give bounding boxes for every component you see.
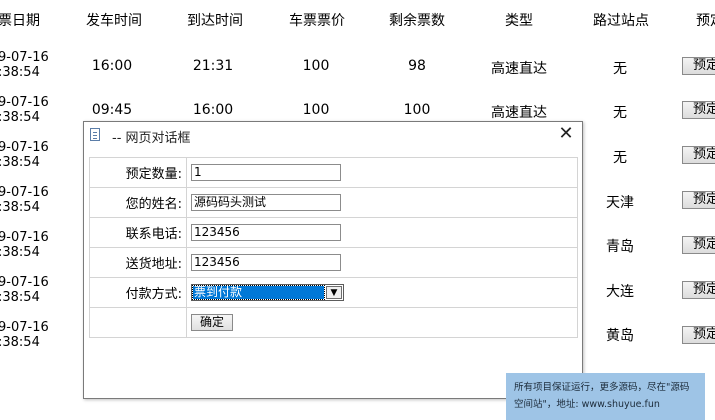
row-stops: 大连 <box>606 284 634 300</box>
row-type: 高速直达 <box>491 105 547 121</box>
empty-cell <box>89 307 187 338</box>
phone-label: 联系电话: <box>89 217 187 248</box>
row-stops: 天津 <box>606 195 634 211</box>
address-input[interactable]: 123456 <box>191 254 341 271</box>
row-remaining: 98 <box>408 58 426 74</box>
book-button[interactable]: 预定 <box>682 101 715 119</box>
row-price: 100 <box>302 58 330 74</box>
header-date: 票日期 <box>0 13 40 29</box>
name-label: 您的姓名: <box>89 187 187 218</box>
row-price: 100 <box>302 102 330 118</box>
web-dialog: -- 网页对话框 ✕ 预定数量: 1 您的姓名: 源码码头测试 联系电话: 12… <box>83 121 583 399</box>
book-button[interactable]: 预定 <box>682 57 715 75</box>
payment-select[interactable]: 票到付款 ▼ <box>191 284 344 301</box>
row-date: 9-07-16:38:54 <box>0 140 49 170</box>
dialog-titlebar[interactable]: -- 网页对话框 ✕ <box>84 122 582 149</box>
row-date: 9-07-16:38:54 <box>0 230 49 260</box>
order-form: 预定数量: 1 您的姓名: 源码码头测试 联系电话: 123456 送货地址: … <box>89 157 578 338</box>
header-depart: 发车时间 <box>86 13 142 29</box>
dialog-title: -- 网页对话框 <box>112 131 191 146</box>
book-button[interactable]: 预定 <box>682 146 715 164</box>
row-date: 9-07-16:38:54 <box>0 320 49 350</box>
phone-input[interactable]: 123456 <box>191 224 341 241</box>
header-price: 车票票价 <box>289 13 345 29</box>
row-arrive: 21:31 <box>192 58 234 74</box>
name-input[interactable]: 源码码头测试 <box>191 194 341 211</box>
row-depart: 16:00 <box>91 58 133 74</box>
watermark-line-2: 空间站"，地址: www.shuyue.fun <box>514 399 660 410</box>
header-book: 预定 <box>696 13 715 29</box>
address-label: 送货地址: <box>89 247 187 278</box>
row-remaining: 100 <box>403 102 431 118</box>
row-stops: 无 <box>613 61 627 77</box>
payment-label: 付款方式: <box>89 277 187 308</box>
header-stops: 路过站点 <box>593 13 649 29</box>
payment-selected-value: 票到付款 <box>192 285 325 300</box>
row-arrive: 16:00 <box>192 102 234 118</box>
chevron-down-icon[interactable]: ▼ <box>326 286 342 299</box>
row-stops: 黄岛 <box>606 328 634 344</box>
quantity-label: 预定数量: <box>89 157 187 188</box>
book-button[interactable]: 预定 <box>682 236 715 254</box>
confirm-button[interactable]: 确定 <box>191 314 233 331</box>
row-type: 高速直达 <box>491 61 547 77</box>
watermark-line-1: 所有项目保证运行，更多源码，尽在"源码 <box>514 382 690 393</box>
row-stops: 青岛 <box>606 239 634 255</box>
quantity-input[interactable]: 1 <box>191 164 341 181</box>
row-stops: 无 <box>613 105 627 121</box>
row-date: 9-07-16:38:54 <box>0 185 49 215</box>
header-arrive: 到达时间 <box>187 13 243 29</box>
row-depart: 09:45 <box>91 102 133 118</box>
book-button[interactable]: 预定 <box>682 326 715 344</box>
close-icon[interactable]: ✕ <box>556 124 576 144</box>
book-button[interactable]: 预定 <box>682 191 715 209</box>
row-date: 9-07-16:38:54 <box>0 275 49 305</box>
header-remaining: 剩余票数 <box>389 13 445 29</box>
header-type: 类型 <box>505 13 533 29</box>
row-date: 9-07-16:38:54 <box>0 50 49 80</box>
row-date: 9-07-16:38:54 <box>0 95 49 125</box>
row-stops: 无 <box>613 150 627 166</box>
watermark-banner: 所有项目保证运行，更多源码，尽在"源码 空间站"，地址: www.shuyue.… <box>506 373 705 420</box>
document-icon <box>90 128 100 141</box>
book-button[interactable]: 预定 <box>682 281 715 299</box>
